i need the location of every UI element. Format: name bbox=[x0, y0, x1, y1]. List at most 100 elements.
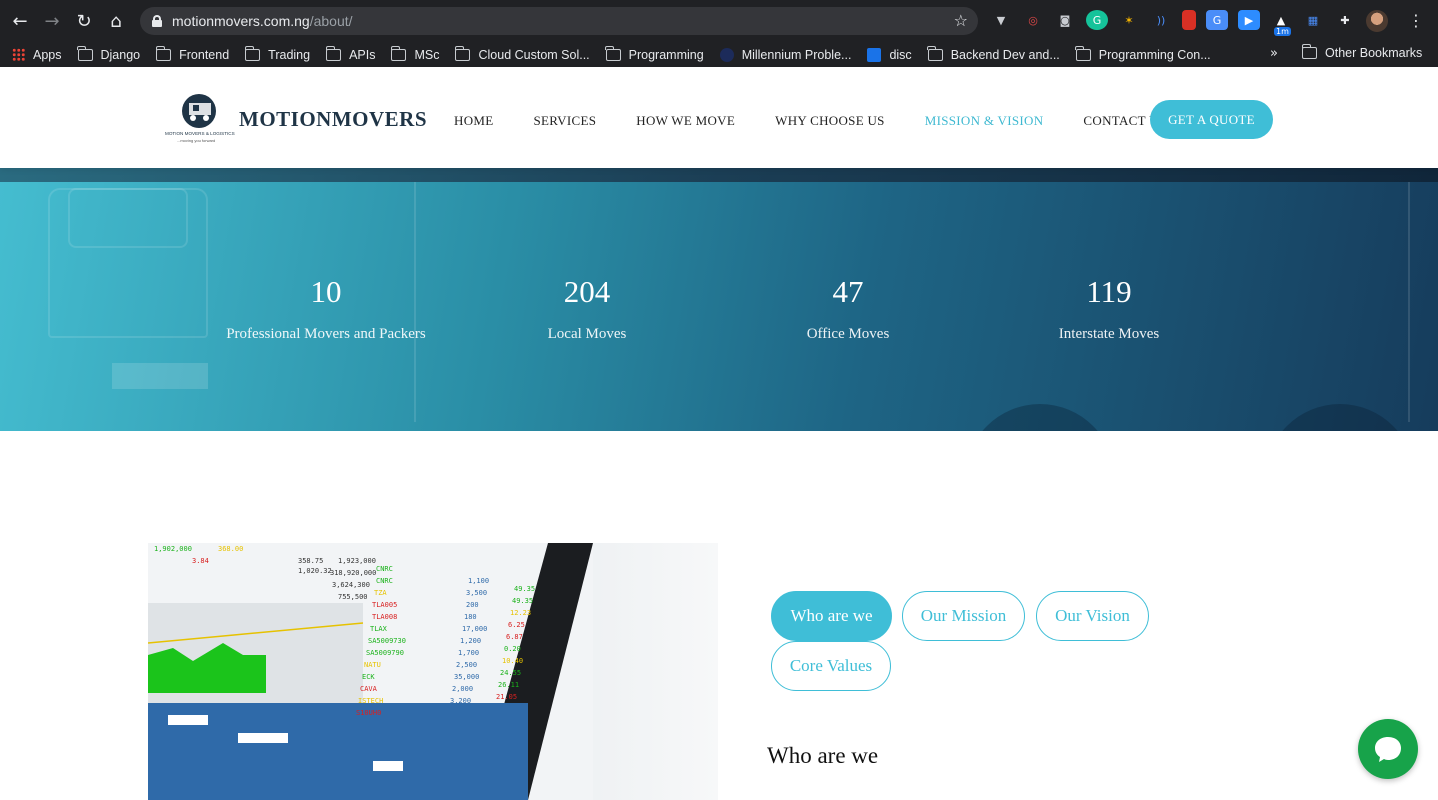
extension-badge: 1m bbox=[1274, 27, 1291, 36]
site-favicon-icon bbox=[719, 47, 734, 62]
tab-our-mission[interactable]: Our Mission bbox=[902, 591, 1025, 641]
bookmark-label: Apps bbox=[33, 47, 62, 62]
svg-text:6.25: 6.25 bbox=[508, 621, 525, 629]
bookmark-label: Programming bbox=[628, 47, 704, 62]
svg-text:358.75: 358.75 bbox=[298, 557, 323, 565]
svg-text:3,200: 3,200 bbox=[450, 697, 471, 705]
back-arrow-icon[interactable]: ← bbox=[6, 7, 34, 35]
bookmark-label: MSc bbox=[414, 47, 440, 62]
bookmark-item[interactable]: Apps bbox=[12, 48, 62, 62]
bookmark-label: Django bbox=[100, 47, 141, 62]
svg-text:3,624,300: 3,624,300 bbox=[332, 581, 370, 589]
folder-icon bbox=[325, 45, 342, 61]
bookmark-item[interactable]: Backend Dev and... bbox=[927, 45, 1060, 62]
svg-text:0.20: 0.20 bbox=[504, 645, 521, 653]
svg-text:2,000: 2,000 bbox=[452, 685, 473, 693]
bookmark-star-icon[interactable]: ☆ bbox=[954, 11, 968, 30]
book-extension-icon[interactable] bbox=[1182, 10, 1196, 30]
motionmovers-logo-icon[interactable]: MOTION MOVERS & LOGISTICS ...moving you … bbox=[165, 91, 237, 147]
bookmark-item[interactable]: Frontend bbox=[155, 45, 229, 62]
svg-text:ECK: ECK bbox=[362, 673, 375, 681]
badge-extension-icon[interactable]: 1m ▲ bbox=[1270, 10, 1292, 36]
bookmark-label: Millennium Proble... bbox=[741, 47, 852, 62]
tab-who-are-we[interactable]: Who are we bbox=[771, 591, 892, 641]
nav-link[interactable]: HOME bbox=[454, 113, 493, 129]
camera-extension-icon[interactable]: ◙ bbox=[1054, 10, 1076, 30]
tab-our-vision[interactable]: Our Vision bbox=[1036, 591, 1149, 641]
svg-text:CAVA: CAVA bbox=[360, 685, 378, 693]
home-icon[interactable]: ⌂ bbox=[102, 7, 130, 35]
chat-bubble-icon bbox=[1375, 737, 1401, 762]
folder-icon bbox=[77, 45, 93, 61]
reload-icon[interactable]: ↻ bbox=[70, 7, 98, 35]
grammarly-extension-icon[interactable]: G bbox=[1086, 10, 1108, 30]
svg-text:ISTECH: ISTECH bbox=[358, 697, 383, 705]
profile-avatar[interactable] bbox=[1366, 10, 1388, 32]
stats-band: 10 Professional Movers and Packers 204 L… bbox=[0, 168, 1438, 431]
translate-extension-icon[interactable]: G bbox=[1206, 10, 1228, 30]
svg-text:3.84: 3.84 bbox=[192, 557, 209, 565]
svg-text:49.35: 49.35 bbox=[514, 585, 535, 593]
folder-icon bbox=[927, 45, 943, 61]
svg-text:368.00: 368.00 bbox=[218, 545, 243, 553]
bookmarks-bar: Apps Django Frontend Trading APIs MSc Cloud Cu… bbox=[0, 42, 1438, 67]
puzzle-extension-icon[interactable]: ✚ bbox=[1334, 10, 1356, 30]
stat-value: 10 bbox=[310, 274, 342, 309]
folder-icon bbox=[1075, 45, 1091, 61]
brand-name[interactable]: MOTIONMOVERS bbox=[239, 107, 427, 132]
chat-widget-button[interactable] bbox=[1358, 719, 1418, 779]
url-path: /about/ bbox=[309, 13, 353, 29]
svg-text:318,920,000: 318,920,000 bbox=[330, 569, 376, 577]
browser-toolbar: ← → ↻ ⌂ motionmovers.com.ng/about/ ☆ ▼ ◎… bbox=[0, 0, 1438, 42]
bookmark-item[interactable]: Millennium Proble... bbox=[719, 47, 852, 62]
grid-extension-icon[interactable]: ▦ bbox=[1302, 10, 1324, 30]
bookmark-item[interactable]: MSc bbox=[390, 45, 440, 62]
svg-text:35,000: 35,000 bbox=[454, 673, 479, 681]
svg-text:755,500: 755,500 bbox=[338, 593, 368, 601]
svg-text:TZA: TZA bbox=[374, 589, 387, 597]
browser-menu-icon[interactable]: ⋮ bbox=[1408, 11, 1424, 30]
zoom-extension-icon[interactable]: ▶ bbox=[1238, 10, 1260, 30]
bookmark-item[interactable]: Programming Con... bbox=[1075, 45, 1211, 62]
site-header: MOTION MOVERS & LOGISTICS ...moving you … bbox=[0, 67, 1438, 168]
svg-text:CNRC: CNRC bbox=[376, 577, 393, 585]
pinwheel-extension-icon[interactable]: ✶ bbox=[1118, 10, 1140, 30]
svg-text:49.35: 49.35 bbox=[512, 597, 533, 605]
svg-text:180: 180 bbox=[464, 613, 477, 621]
folder-icon bbox=[155, 45, 172, 61]
svg-text:TLAX: TLAX bbox=[370, 625, 388, 633]
bookmark-item[interactable]: APIs bbox=[325, 45, 375, 62]
wifi-extension-icon[interactable]: )) bbox=[1150, 10, 1172, 30]
folder-icon bbox=[390, 45, 407, 61]
bookmark-item[interactable]: Programming bbox=[605, 45, 704, 62]
svg-text:6.87: 6.87 bbox=[506, 633, 523, 641]
svg-text:3,500: 3,500 bbox=[466, 589, 487, 597]
svg-text:24.55: 24.55 bbox=[500, 669, 521, 677]
bookmark-item[interactable]: Trading bbox=[244, 45, 310, 62]
svg-text:1,100: 1,100 bbox=[468, 577, 489, 585]
bookmark-label: Cloud Custom Sol... bbox=[478, 47, 590, 62]
nav-link[interactable]: HOW WE MOVE bbox=[636, 113, 735, 129]
stat-value: 204 bbox=[563, 274, 611, 309]
svg-text:21.05: 21.05 bbox=[496, 693, 517, 701]
tab-core-values[interactable]: Core Values bbox=[771, 641, 891, 691]
get-a-quote-button[interactable]: GET A QUOTE bbox=[1150, 100, 1273, 139]
nav-link[interactable]: WHY CHOOSE US bbox=[775, 113, 885, 129]
stat-label: Local Moves bbox=[547, 326, 627, 342]
bookmark-item[interactable]: Cloud Custom Sol... bbox=[454, 45, 590, 62]
truck-window-decoration bbox=[68, 188, 188, 248]
stat-interstate-moves: 119 Interstate Moves bbox=[979, 274, 1239, 343]
stat-label: Professional Movers and Packers bbox=[226, 326, 426, 342]
forward-arrow-icon[interactable]: → bbox=[38, 7, 66, 35]
nav-link[interactable]: MISSION & VISION bbox=[925, 113, 1044, 129]
bookmark-item[interactable]: Django bbox=[77, 45, 141, 62]
flag-icon bbox=[867, 47, 882, 62]
main-nav: HOME SERVICES HOW WE MOVE WHY CHOOSE US MISS… bbox=[454, 113, 1206, 129]
address-bar[interactable]: motionmovers.com.ng/about/ ☆ bbox=[140, 7, 978, 35]
svg-text:12.23: 12.23 bbox=[510, 609, 531, 617]
bookmark-item[interactable]: disc bbox=[867, 47, 912, 62]
vimeo-extension-icon[interactable]: ▼ bbox=[990, 10, 1012, 30]
nav-link[interactable]: SERVICES bbox=[533, 113, 596, 129]
spiral-extension-icon[interactable]: ◎ bbox=[1022, 10, 1044, 30]
stat-local-moves: 204 Local Moves bbox=[457, 274, 717, 343]
